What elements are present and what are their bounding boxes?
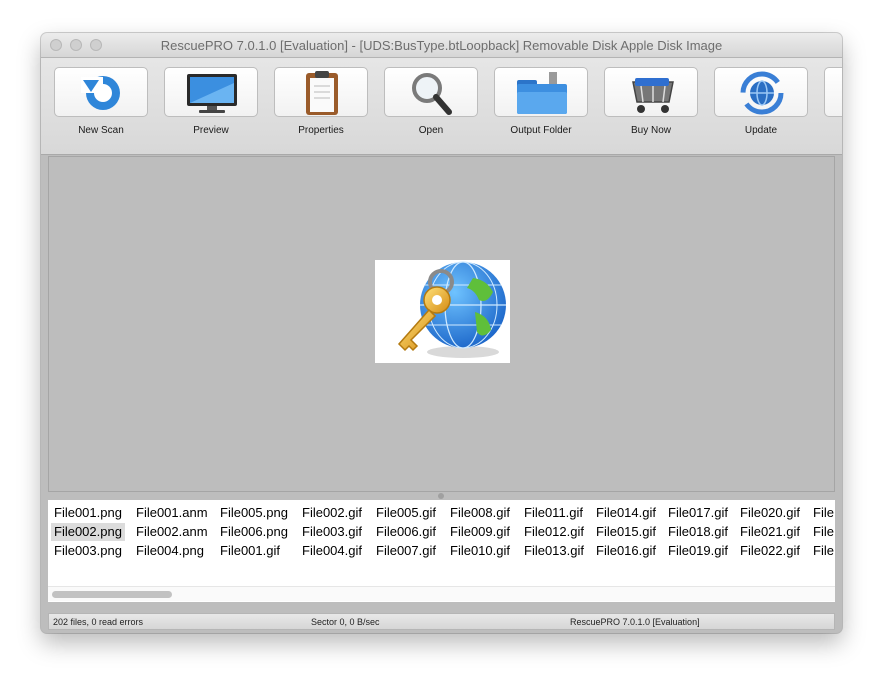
- clipboard-icon: [275, 68, 368, 117]
- app-window: RescuePRO 7.0.1.0 [Evaluation] - [UDS:Bu…: [41, 33, 842, 633]
- output-folder-label: Output Folder: [481, 125, 601, 136]
- open-label: Open: [371, 125, 491, 136]
- app-version-status: RescuePRO 7.0.1.0 [Evaluation]: [570, 617, 700, 627]
- file-item[interactable]: File022.gif: [737, 542, 803, 560]
- file-item[interactable]: File021.gif: [737, 523, 803, 541]
- scrollbar-thumb[interactable]: [52, 591, 172, 598]
- monitor-icon: [165, 68, 258, 117]
- file-item[interactable]: File: [810, 523, 835, 541]
- new-scan-label: New Scan: [41, 125, 161, 136]
- file-item[interactable]: File005.png: [217, 504, 291, 522]
- buy-now-button[interactable]: Buy Now: [591, 67, 701, 147]
- folder-icon: [495, 68, 588, 117]
- file-count-status: 202 files, 0 read errors: [53, 617, 143, 627]
- file-item[interactable]: File017.gif: [665, 504, 731, 522]
- file-item[interactable]: File011.gif: [521, 504, 586, 522]
- file-item[interactable]: File004.png: [133, 542, 207, 560]
- file-item[interactable]: File002.png: [51, 523, 125, 541]
- sync-globe-icon: [715, 68, 808, 117]
- toolbar: New Scan Preview: [41, 58, 842, 155]
- help-label: H: [811, 125, 842, 136]
- file-item[interactable]: File003.gif: [299, 523, 365, 541]
- file-item[interactable]: File001.png: [51, 504, 125, 522]
- preview-label: Preview: [151, 125, 271, 136]
- file-item[interactable]: File002.gif: [299, 504, 365, 522]
- file-item[interactable]: File001.anm: [133, 504, 211, 522]
- file-item[interactable]: File018.gif: [665, 523, 731, 541]
- file-item[interactable]: File012.gif: [521, 523, 587, 541]
- status-bar: 202 files, 0 read errors Sector 0, 0 B/s…: [48, 613, 835, 630]
- file-item[interactable]: File013.gif: [521, 542, 587, 560]
- new-scan-button[interactable]: New Scan: [41, 67, 151, 147]
- update-label: Update: [701, 125, 821, 136]
- properties-label: Properties: [261, 125, 381, 136]
- file-item[interactable]: File016.gif: [593, 542, 659, 560]
- file-item[interactable]: File019.gif: [665, 542, 731, 560]
- update-button[interactable]: Update: [701, 67, 811, 147]
- file-item[interactable]: File001.gif: [217, 542, 283, 560]
- file-item[interactable]: File007.gif: [373, 542, 439, 560]
- buy-now-label: Buy Now: [591, 125, 711, 136]
- file-item[interactable]: File006.gif: [373, 523, 439, 541]
- window-title: RescuePRO 7.0.1.0 [Evaluation] - [UDS:Bu…: [41, 38, 842, 53]
- preview-button[interactable]: Preview: [151, 67, 261, 147]
- file-item[interactable]: File015.gif: [593, 523, 659, 541]
- pane-splitter-handle[interactable]: [438, 493, 444, 499]
- file-item[interactable]: File003.png: [51, 542, 125, 560]
- help-icon: [824, 67, 842, 117]
- file-item[interactable]: File008.gif: [447, 504, 513, 522]
- properties-button[interactable]: Properties: [261, 67, 371, 147]
- file-item[interactable]: File020.gif: [737, 504, 803, 522]
- magnifier-icon: [385, 68, 478, 117]
- file-item[interactable]: File006.png: [217, 523, 291, 541]
- sector-status: Sector 0, 0 B/sec: [311, 617, 380, 627]
- file-item[interactable]: File009.gif: [447, 523, 513, 541]
- file-item[interactable]: File004.gif: [299, 542, 365, 560]
- file-item[interactable]: File002.anm: [133, 523, 211, 541]
- title-bar[interactable]: RescuePRO 7.0.1.0 [Evaluation] - [UDS:Bu…: [41, 33, 842, 58]
- horizontal-scrollbar[interactable]: [48, 586, 835, 601]
- file-item[interactable]: File: [810, 542, 835, 560]
- help-button[interactable]: H: [811, 67, 842, 147]
- file-item[interactable]: File014.gif: [593, 504, 659, 522]
- file-item[interactable]: File: [810, 504, 835, 522]
- preview-image: [375, 260, 510, 363]
- output-folder-button[interactable]: Output Folder: [481, 67, 591, 147]
- file-item[interactable]: File005.gif: [373, 504, 439, 522]
- preview-pane: [48, 156, 835, 492]
- file-item[interactable]: File010.gif: [447, 542, 513, 560]
- file-list[interactable]: FileFileFileFile022.gifFile021.gifFile02…: [48, 500, 835, 602]
- shopping-cart-icon: [605, 68, 698, 117]
- refresh-arrow-icon: [55, 68, 148, 117]
- key-globe-icon: [375, 260, 510, 363]
- open-button[interactable]: Open: [371, 67, 481, 147]
